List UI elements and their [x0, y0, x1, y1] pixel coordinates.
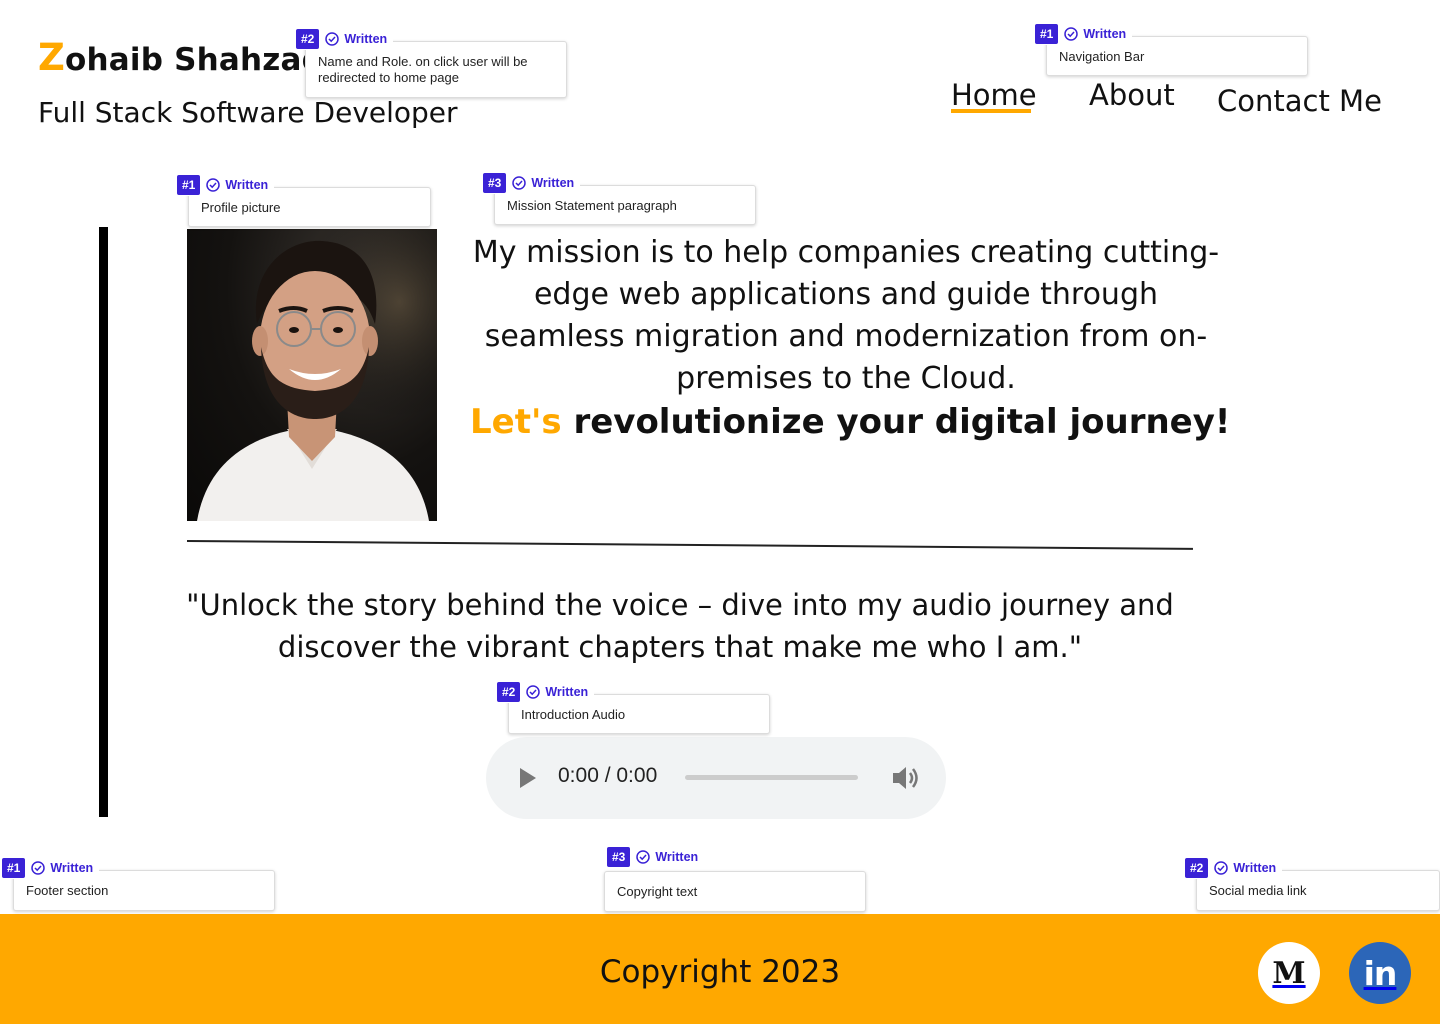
note-number: #3: [483, 173, 507, 193]
brand-initial: Z: [38, 36, 66, 79]
brand-logo[interactable]: Zohaib Shahzad: [38, 36, 324, 79]
check-circle-icon: [636, 850, 651, 864]
note-header: #1 Written: [2, 857, 100, 879]
cta-accent: Let's: [470, 402, 562, 442]
nav-contact-link[interactable]: Contact Me: [1217, 84, 1382, 118]
note-status: Written: [344, 32, 388, 46]
check-circle-icon: [1064, 27, 1079, 41]
note-number: #2: [1185, 858, 1209, 878]
check-circle-icon: [512, 176, 527, 190]
audio-intro-quote: "Unlock the story behind the voice – div…: [186, 588, 1174, 664]
mission-statement: My mission is to help companies creating…: [472, 235, 1220, 396]
note-status: Written: [50, 861, 94, 875]
introduction-audio-player[interactable]: 0:00 / 0:00: [486, 737, 946, 819]
medium-icon[interactable]: M: [1258, 942, 1320, 1004]
note-number: #3: [607, 847, 631, 867]
nav-active-indicator: [951, 109, 1031, 113]
note-status: Written: [655, 850, 699, 864]
note-number: #1: [1035, 24, 1059, 44]
nav-about-link[interactable]: About: [1089, 78, 1175, 112]
note-text: Copyright text: [604, 871, 866, 912]
mission-cta: Let's revolutionize your digital journey…: [470, 402, 1230, 442]
check-circle-icon: [526, 685, 541, 699]
audio-time: 0:00 / 0:00: [558, 764, 658, 787]
linkedin-icon[interactable]: in: [1349, 942, 1411, 1004]
vertical-accent-bar: [99, 227, 108, 817]
note-number: #2: [296, 29, 320, 49]
note-header: #2 Written: [497, 681, 595, 703]
note-header: #1 Written: [177, 174, 275, 196]
note-number: #2: [497, 682, 521, 702]
play-icon[interactable]: [517, 767, 537, 793]
profile-photo-illustration: [187, 229, 437, 521]
cta-text: revolutionize your digital journey!: [561, 402, 1231, 442]
audio-progress-slider[interactable]: [685, 775, 858, 780]
check-circle-icon: [206, 178, 221, 192]
note-header: #1 Written: [1035, 23, 1133, 45]
note-header: #2 Written: [296, 28, 394, 50]
note-status: Written: [1083, 27, 1127, 41]
brand-name: Zohaib Shahzad: [38, 36, 325, 79]
note-status: Written: [1233, 861, 1277, 875]
nav-home-link[interactable]: Home: [951, 78, 1037, 112]
navigation-bar: Home About Contact Me: [0, 76, 1440, 126]
note-number: #1: [177, 175, 201, 195]
footer-section: Copyright 2023 M in: [0, 914, 1440, 1024]
note-status: Written: [531, 176, 575, 190]
copyright-text: Copyright 2023: [599, 954, 841, 990]
brand-name-rest: ohaib Shahzad: [65, 42, 325, 78]
note-status: Written: [225, 178, 269, 192]
section-divider: [186, 540, 1193, 550]
note-header: #3 Written: [607, 846, 705, 868]
note-header: #2 Written: [1185, 857, 1283, 879]
note-number: #1: [2, 858, 26, 878]
check-circle-icon: [1214, 861, 1229, 875]
medium-glyph: M: [1272, 955, 1306, 991]
note-header: #3 Written: [483, 172, 581, 194]
volume-icon[interactable]: [891, 764, 921, 796]
profile-picture: [187, 229, 437, 521]
check-circle-icon: [31, 861, 46, 875]
check-circle-icon: [325, 32, 340, 46]
linkedin-glyph: in: [1363, 953, 1398, 993]
note-status: Written: [545, 685, 589, 699]
